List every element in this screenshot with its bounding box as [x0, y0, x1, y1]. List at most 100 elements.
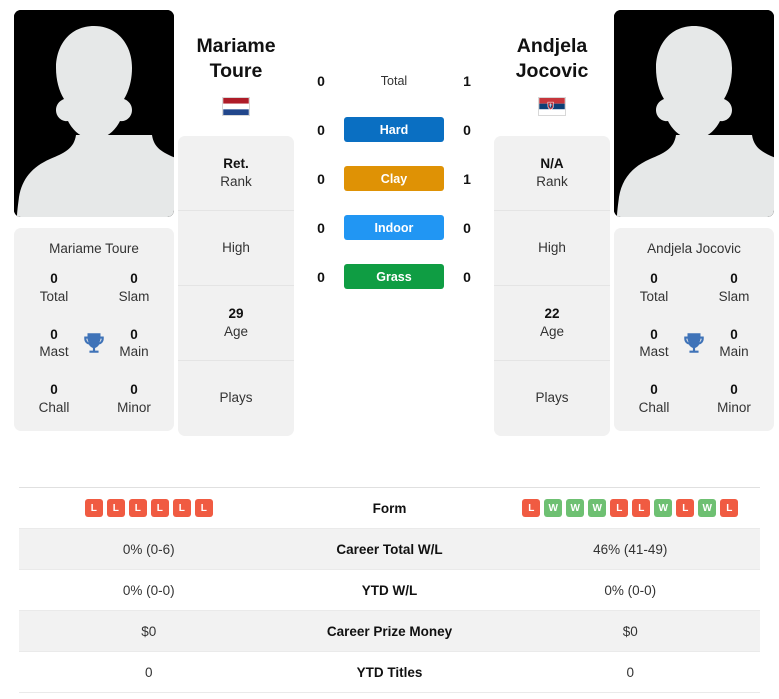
right-ytd-titles: 0 [626, 664, 634, 680]
serbia-flag-icon [538, 96, 566, 116]
left-age-label: Age [223, 323, 249, 339]
h2h-row-grass: 0 Grass 0 [298, 264, 490, 289]
netherlands-flag-icon [222, 96, 250, 116]
form-badge-l[interactable]: L [150, 499, 169, 517]
left-high-label: High [222, 239, 250, 255]
h2h-row-total: 0 Total 1 [298, 68, 490, 93]
right-player-name-line2: Jocovic [515, 60, 589, 83]
right-player-info-column: Andjela Jocovic N/A Rank High 22 Age Pla… [494, 10, 610, 436]
right-career-prize-money: $0 [622, 623, 638, 639]
right-player-photo[interactable] [614, 10, 774, 217]
left-ytd-titles: 0 [144, 664, 153, 680]
form-badge-l[interactable]: L [128, 499, 147, 517]
player-silhouette-icon [14, 10, 174, 217]
left-career-total-wl: 0% (0-6) [122, 541, 175, 557]
trophy-icon [684, 333, 704, 354]
left-rank-label: Rank [220, 173, 252, 189]
right-age-row: 22 Age [494, 286, 610, 361]
h2h-grass-right-score: 0 [463, 268, 471, 285]
form-badge-l[interactable]: L [106, 499, 125, 517]
left-titles-grid: 0 Total 0 Slam 0 Mast 0 Main 0 Chall 0 M… [14, 270, 174, 417]
right-form-cell: LWWWLLWLWL [501, 499, 761, 517]
form-badge-l[interactable]: L [194, 499, 213, 517]
label: Chall [38, 400, 70, 416]
label: Total [39, 288, 69, 304]
h2h-hard-badge[interactable]: Hard [344, 117, 444, 142]
h2h-row-indoor: 0 Indoor 0 [298, 215, 490, 240]
right-rank-label: Rank [536, 173, 568, 189]
form-badge-l[interactable]: L [172, 499, 191, 517]
left-player-name-line2: Toure [209, 60, 263, 83]
right-title-minor: 0 Minor [694, 381, 774, 417]
right-career-total-wl: 46% (41-49) [593, 541, 668, 557]
left-title-total: 0 Total [14, 270, 94, 306]
left-high-row: High [178, 211, 294, 286]
value: 0 [130, 382, 138, 398]
value: 0 [730, 382, 738, 398]
h2h-indoor-badge[interactable]: Indoor [344, 215, 444, 240]
form-badge-l[interactable]: L [610, 499, 629, 517]
label-ytd-wl: YTD W/L [361, 582, 418, 598]
h2h-total-left-score: 0 [317, 72, 325, 89]
right-player-name: Andjela Jocovic [516, 10, 589, 85]
right-ytd-wl: 0% (0-0) [604, 582, 657, 598]
value: 0 [650, 382, 658, 398]
table-row: 0 YTD Titles 0 [19, 652, 760, 693]
left-player-info-column: Mariame Toure Ret. Rank High 29 Age Play… [178, 10, 294, 436]
table-row: $0 Career Prize Money $0 [19, 611, 760, 652]
left-info-card: Ret. Rank High 29 Age Plays [178, 135, 294, 436]
left-player-name: Mariame Toure [196, 10, 275, 85]
right-info-card: N/A Rank High 22 Age Plays [494, 135, 610, 436]
form-badge-w[interactable]: W [588, 499, 607, 517]
right-title-slam: 0 Slam [694, 270, 774, 306]
form-badge-l[interactable]: L [522, 499, 541, 517]
form-badge-l[interactable]: L [676, 499, 695, 517]
table-row-form: LLLLLL Form LWWWLLWLWL [19, 488, 760, 529]
left-age-row: 29 Age [178, 286, 294, 361]
label-ytd-titles: YTD Titles [356, 664, 423, 680]
h2h-surface-column: 0 Total 1 0 Hard 0 0 Clay 1 0 Indoor 0 0 [298, 10, 490, 289]
right-rank-row: N/A Rank [494, 136, 610, 211]
left-ytd-wl: 0% (0-0) [122, 582, 175, 598]
left-title-chall: 0 Chall [14, 381, 94, 417]
value: 0 [130, 271, 138, 286]
form-badge-w[interactable]: W [544, 499, 563, 517]
left-title-minor: 0 Minor [94, 381, 174, 417]
left-player-photo[interactable] [14, 10, 174, 217]
label: Minor [117, 400, 151, 416]
trophy-icon [84, 333, 104, 354]
left-rank-row: Ret. Rank [178, 136, 294, 211]
label: Total [639, 288, 669, 304]
form-badge-w[interactable]: W [698, 499, 717, 517]
h2h-grass-badge[interactable]: Grass [344, 264, 444, 289]
right-plays-row: Plays [494, 361, 610, 436]
left-player-column: Mariame Toure 0 Total 0 Slam 0 Mast 0 Ma… [14, 10, 174, 431]
h2h-hard-right-score: 0 [463, 121, 471, 138]
form-badge-w[interactable]: W [566, 499, 585, 517]
label: Minor [717, 400, 751, 416]
h2h-clay-badge[interactable]: Clay [344, 166, 444, 191]
label-career-prize-money: Career Prize Money [326, 623, 453, 639]
right-player-titles-card: Andjela Jocovic 0 Total 0 Slam 0 Mast 0 … [614, 228, 774, 431]
table-row: 0% (0-0) YTD W/L 0% (0-0) [19, 570, 760, 611]
form-badge-l[interactable]: L [84, 499, 103, 517]
form-badge-w[interactable]: W [654, 499, 673, 517]
form-badge-l[interactable]: L [632, 499, 651, 517]
form-row-label: Form [372, 500, 407, 516]
form-badge-l[interactable]: L [720, 499, 739, 517]
left-form-strip: LLLLLL [84, 499, 213, 517]
right-form-strip: LWWWLLWLWL [522, 499, 739, 517]
left-player-name-line1: Mariame [196, 35, 276, 57]
h2h-indoor-left-score: 0 [317, 219, 325, 236]
left-plays-row: Plays [178, 361, 294, 436]
right-high-row: High [494, 211, 610, 286]
right-high-label: High [538, 239, 566, 255]
h2h-total-label: Total [380, 73, 408, 88]
right-rank-value: N/A [540, 156, 564, 172]
comparison-stats-table: LLLLLL Form LWWWLLWLWL 0% (0-6) Career T… [19, 487, 760, 693]
right-plays-label: Plays [535, 390, 569, 406]
h2h-clay-left-score: 0 [317, 170, 325, 187]
left-title-slam: 0 Slam [94, 270, 174, 306]
right-age-label: Age [539, 323, 565, 339]
h2h-indoor-right-score: 0 [463, 219, 471, 236]
